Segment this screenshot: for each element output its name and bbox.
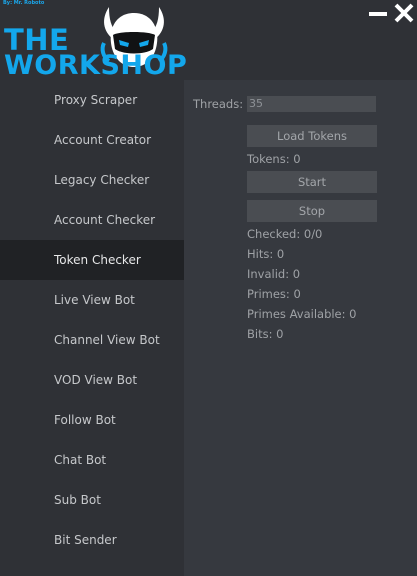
load-tokens-button[interactable]: Load Tokens [247, 125, 377, 147]
sidebar-item-label: Channel View Bot [54, 333, 160, 347]
credit-text: By: Mr. Roboto [3, 0, 45, 6]
sidebar: Proxy Scraper Account Creator Legacy Che… [0, 80, 184, 576]
threads-input[interactable]: 35 [247, 96, 376, 112]
sidebar-item-legacy-checker[interactable]: Legacy Checker [0, 160, 184, 200]
sidebar-item-label: Chat Bot [54, 453, 107, 467]
sidebar-item-label: Bit Sender [54, 533, 117, 547]
sidebar-item-follow-bot[interactable]: Follow Bot [0, 400, 184, 440]
minimize-button[interactable] [366, 1, 390, 25]
minimize-icon [369, 12, 387, 16]
invalid-stat: Invalid: 0 [247, 267, 301, 281]
threads-label: Threads: [193, 97, 244, 111]
sidebar-item-label: Account Creator [54, 133, 152, 147]
sidebar-item-label: Legacy Checker [54, 173, 150, 187]
tokens-count: Tokens: 0 [247, 152, 301, 166]
sidebar-item-label: Proxy Scraper [54, 93, 138, 107]
stop-button[interactable]: Stop [247, 200, 377, 222]
primes-stat: Primes: 0 [247, 287, 301, 301]
bits-stat: Bits: 0 [247, 327, 284, 341]
sidebar-item-label: Sub Bot [54, 493, 101, 507]
logo: By: Mr. Roboto THE WORKSHOP [0, 0, 190, 90]
start-button[interactable]: Start [247, 171, 377, 193]
sidebar-item-channel-view-bot[interactable]: Channel View Bot [0, 320, 184, 360]
sidebar-item-proxy-scraper[interactable]: Proxy Scraper [0, 80, 184, 120]
sidebar-item-label: Token Checker [54, 253, 141, 267]
close-button[interactable] [392, 1, 416, 25]
app-window: By: Mr. Roboto THE WORKSHOP Proxy Scrape… [0, 0, 417, 576]
sidebar-item-chat-bot[interactable]: Chat Bot [0, 440, 184, 480]
sidebar-item-live-view-bot[interactable]: Live View Bot [0, 280, 184, 320]
primes-available-stat: Primes Available: 0 [247, 307, 357, 321]
header: By: Mr. Roboto THE WORKSHOP [0, 0, 417, 90]
sidebar-item-vod-view-bot[interactable]: VOD View Bot [0, 360, 184, 400]
sidebar-item-token-checker[interactable]: Token Checker [0, 240, 184, 280]
hits-stat: Hits: 0 [247, 247, 285, 261]
sidebar-item-account-creator[interactable]: Account Creator [0, 120, 184, 160]
sidebar-item-account-checker[interactable]: Account Checker [0, 200, 184, 240]
sidebar-item-bit-sender[interactable]: Bit Sender [0, 520, 184, 560]
sidebar-item-label: Follow Bot [54, 413, 116, 427]
logo-subtitle: WORKSHOP [4, 50, 188, 81]
sidebar-item-sub-bot[interactable]: Sub Bot [0, 480, 184, 520]
sidebar-item-label: Account Checker [54, 213, 156, 227]
checked-stat: Checked: 0/0 [247, 227, 323, 241]
close-icon [394, 3, 414, 23]
sidebar-item-label: Live View Bot [54, 293, 135, 307]
sidebar-item-label: VOD View Bot [54, 373, 138, 387]
